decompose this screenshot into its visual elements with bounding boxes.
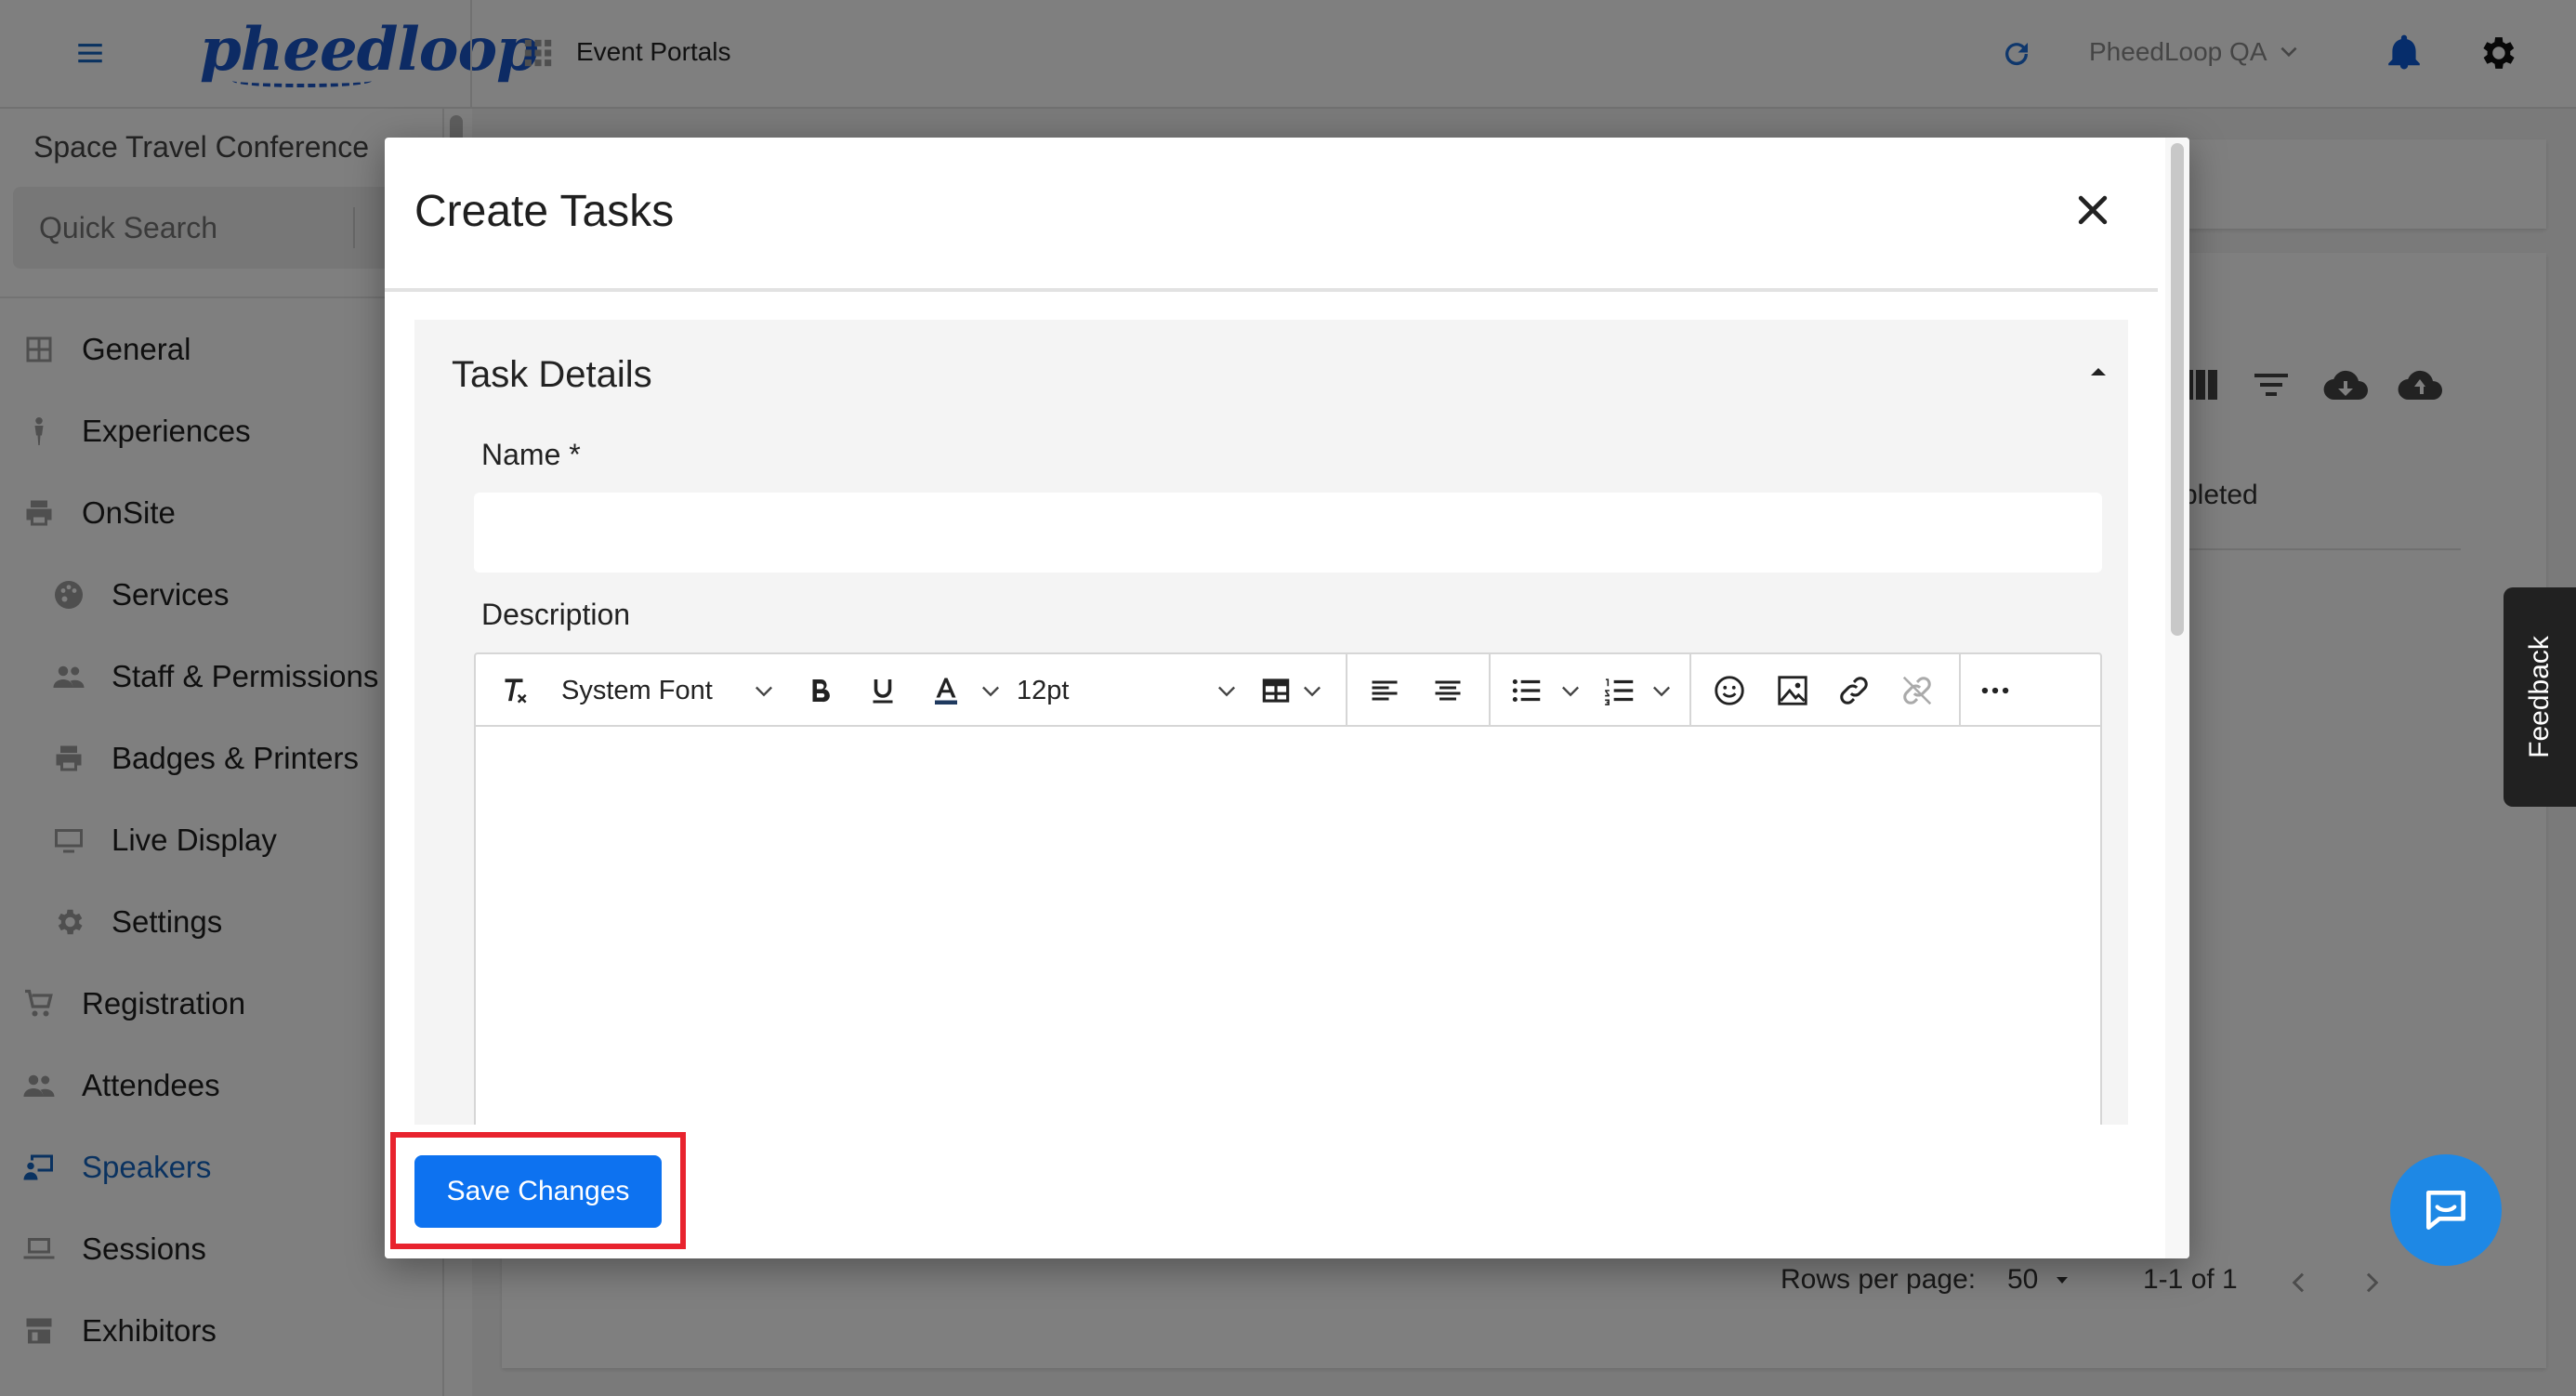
create-tasks-dialog: Create Tasks Task Details Name * Descrip…: [385, 138, 2189, 1258]
clear-formatting-icon[interactable]: [496, 673, 532, 708]
chevron-down-icon[interactable]: [1299, 673, 1325, 708]
chat-bubble-icon: [2426, 1191, 2465, 1230]
toolbar-separator: [1346, 654, 1347, 727]
emoji-icon[interactable]: [1712, 673, 1747, 708]
unlink-icon[interactable]: [1899, 673, 1935, 708]
chevron-down-icon[interactable]: [978, 673, 1004, 708]
editor-toolbar: System Font 12pt: [476, 654, 2100, 727]
align-center-icon[interactable]: [1431, 673, 1465, 708]
task-details-panel: Task Details Name * Description System F…: [414, 320, 2128, 1258]
name-label: Name *: [481, 438, 581, 471]
feedback-tab[interactable]: Feedback: [2504, 587, 2576, 807]
description-label: Description: [481, 598, 631, 631]
image-icon[interactable]: [1775, 673, 1810, 708]
chevron-down-icon[interactable]: [1214, 673, 1240, 708]
toolbar-separator: [1959, 654, 1961, 727]
numbered-list-icon[interactable]: [1602, 673, 1637, 708]
more-options-icon[interactable]: [1978, 673, 2013, 708]
toolbar-separator: [1689, 654, 1691, 727]
table-icon[interactable]: [1258, 673, 1294, 708]
feedback-label: Feedback: [2524, 636, 2555, 758]
underline-icon[interactable]: [866, 673, 900, 708]
section-title: Task Details: [452, 354, 652, 395]
collapse-caret-icon[interactable]: [2087, 361, 2109, 383]
dialog-scrollbar[interactable]: [2171, 143, 2184, 636]
save-changes-button[interactable]: Save Changes: [414, 1155, 662, 1228]
divider: [385, 288, 2158, 292]
name-input[interactable]: [474, 493, 2102, 573]
close-icon[interactable]: [2072, 190, 2113, 230]
font-size-select[interactable]: 12pt: [1017, 673, 1069, 708]
dialog-title: Create Tasks: [414, 187, 675, 236]
toolbar-separator: [1489, 654, 1491, 727]
link-icon[interactable]: [1836, 673, 1872, 708]
chevron-down-icon[interactable]: [1649, 673, 1675, 708]
chat-button[interactable]: [2390, 1154, 2502, 1266]
bold-icon[interactable]: [803, 673, 836, 708]
chevron-down-icon[interactable]: [1557, 673, 1584, 708]
chevron-down-icon[interactable]: [751, 673, 777, 708]
font-family-select[interactable]: System Font: [561, 673, 713, 708]
bullet-list-icon[interactable]: [1509, 673, 1544, 708]
text-color-icon[interactable]: [929, 673, 963, 708]
align-left-icon[interactable]: [1368, 673, 1401, 708]
